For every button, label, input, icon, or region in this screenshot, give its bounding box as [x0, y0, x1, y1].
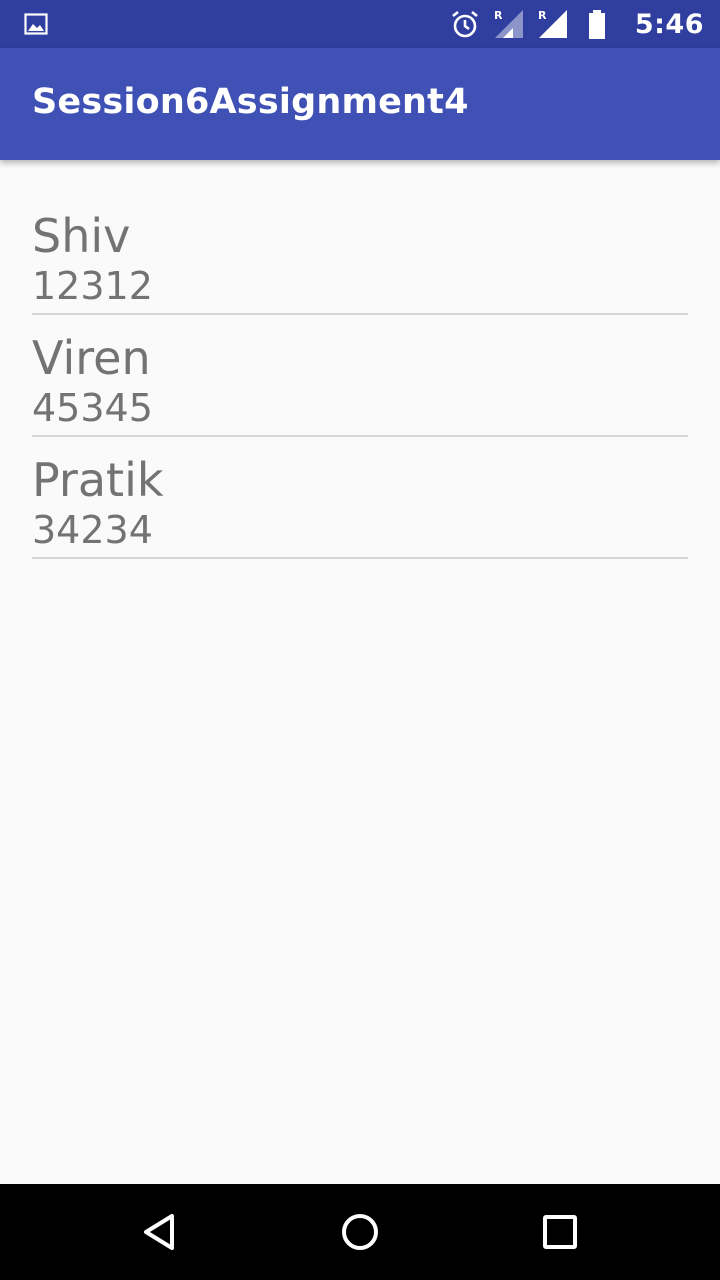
list-item-name: Shiv: [32, 209, 131, 263]
list-item-name: Viren: [32, 331, 151, 385]
navigation-bar: [0, 1184, 720, 1280]
app-bar: Session6Assignment4: [0, 48, 720, 160]
list-item[interactable]: Pratik 34234: [32, 437, 688, 559]
status-clock: 5:46: [634, 8, 704, 40]
back-icon[interactable]: [136, 1208, 184, 1256]
svg-text:R: R: [494, 9, 503, 22]
signal-roaming-icon: R: [537, 8, 569, 40]
image-icon: [24, 12, 48, 36]
list-item-number: 12312: [32, 264, 153, 308]
status-icons: R R 5:46: [437, 0, 704, 48]
home-icon[interactable]: [336, 1208, 384, 1256]
list-item-name: Pratik: [32, 453, 164, 507]
battery-icon: [581, 8, 613, 40]
list-item-number: 45345: [32, 386, 153, 430]
signal-roaming-icon: R: [493, 8, 525, 40]
list-item-number: 34234: [32, 508, 153, 552]
svg-text:R: R: [538, 9, 547, 22]
app-title: Session6Assignment4: [32, 82, 469, 122]
alarm-icon: [449, 8, 481, 40]
status-bar: R R 5:46: [0, 0, 720, 48]
list-item[interactable]: Shiv 12312: [32, 160, 688, 315]
recents-icon[interactable]: [536, 1208, 584, 1256]
list-item[interactable]: Viren 45345: [32, 315, 688, 437]
contact-list: Shiv 12312 Viren 45345 Pratik 34234: [32, 160, 688, 559]
